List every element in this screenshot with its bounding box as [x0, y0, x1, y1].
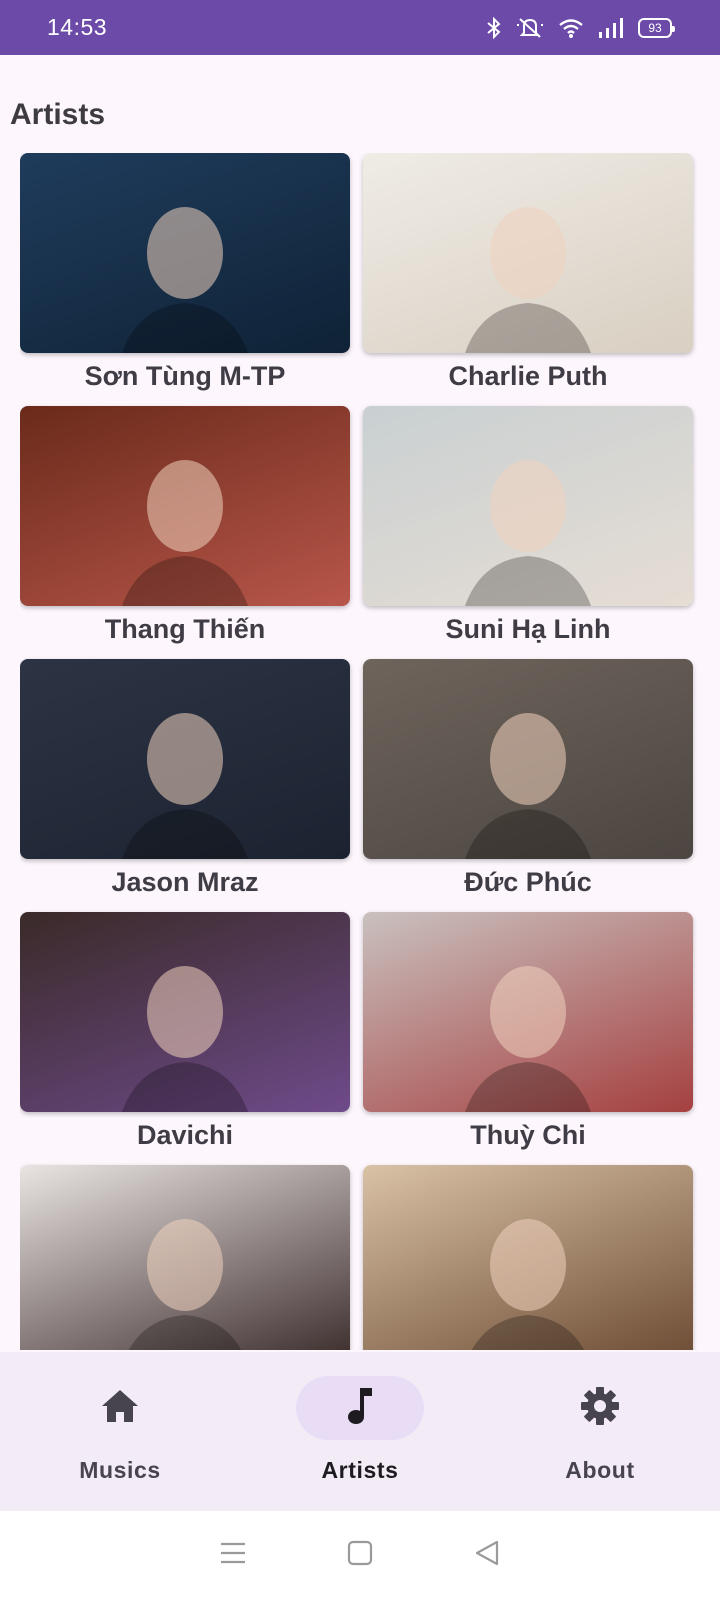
- artist-name: Suni Hạ Linh: [445, 614, 611, 644]
- artist-card[interactable]: Jason Mraz: [20, 659, 350, 901]
- artist-name: Charlie Puth: [448, 361, 608, 391]
- signal-icon: [598, 17, 624, 39]
- portrait-silhouette-icon: [128, 1219, 242, 1350]
- nav-label-about: About: [565, 1457, 635, 1483]
- artist-name: Thuỳ Chi: [470, 1120, 586, 1150]
- bluetooth-icon: [486, 16, 502, 39]
- artist-photo[interactable]: [20, 153, 350, 353]
- battery-icon: 93: [638, 17, 675, 38]
- home-icon: [100, 1388, 140, 1429]
- home-square-icon[interactable]: [346, 1539, 374, 1572]
- portrait-silhouette-icon: [122, 207, 248, 353]
- portrait-silhouette-icon: [465, 460, 591, 606]
- mute-icon: [516, 17, 544, 39]
- artist-photo[interactable]: [20, 406, 350, 606]
- artist-card[interactable]: [20, 1165, 350, 1350]
- music-note-icon: [346, 1386, 374, 1431]
- portrait-silhouette-icon: [122, 713, 248, 859]
- status-bar: 14:53 93: [0, 0, 720, 55]
- portrait-silhouette-icon: [471, 1219, 585, 1350]
- artist-card[interactable]: Đức Phúc: [363, 659, 693, 901]
- back-icon[interactable]: [473, 1539, 501, 1572]
- portrait-silhouette-icon: [465, 713, 591, 859]
- artist-card[interactable]: Thuỳ Chi: [363, 912, 693, 1154]
- status-time: 14:53: [47, 14, 108, 40]
- artist-name: Jason Mraz: [111, 867, 259, 897]
- portrait-silhouette-icon: [465, 207, 591, 353]
- artist-photo[interactable]: [363, 659, 693, 859]
- artist-card[interactable]: Thang Thiến: [20, 406, 350, 648]
- artist-card[interactable]: Charlie Puth: [363, 153, 693, 395]
- artist-name: Thang Thiến: [104, 614, 266, 644]
- artist-card[interactable]: Davichi: [20, 912, 350, 1154]
- nav-item-artists[interactable]: Artists: [260, 1376, 460, 1484]
- artist-card[interactable]: [363, 1165, 693, 1350]
- artist-photo[interactable]: [363, 153, 693, 353]
- nav-item-about[interactable]: About: [500, 1376, 700, 1484]
- artist-photo[interactable]: [20, 1165, 350, 1350]
- artist-card[interactable]: Sơn Tùng M-TP: [20, 153, 350, 395]
- artist-photo[interactable]: [363, 912, 693, 1112]
- portrait-silhouette-icon: [465, 966, 591, 1112]
- status-icons: 93: [486, 16, 675, 39]
- portrait-silhouette-icon: [122, 460, 248, 606]
- portrait-silhouette-icon: [122, 966, 248, 1112]
- artist-name: Davichi: [136, 1120, 234, 1150]
- menu-icon[interactable]: [219, 1541, 247, 1570]
- artist-name: Sơn Tùng M-TP: [84, 361, 286, 391]
- artist-grid[interactable]: Sơn Tùng M-TP Charlie Puth Thang Thiến Suni…: [20, 153, 700, 1350]
- wifi-icon: [558, 17, 584, 39]
- gear-icon: [580, 1386, 620, 1431]
- nav-label-musics: Musics: [79, 1457, 161, 1483]
- artist-card[interactable]: Suni Hạ Linh: [363, 406, 693, 648]
- artist-photo[interactable]: [20, 659, 350, 859]
- active-indicator: [296, 1376, 424, 1440]
- artist-name: Đức Phúc: [464, 867, 592, 897]
- nav-label-artists: Artists: [321, 1457, 399, 1483]
- artist-photo[interactable]: [363, 406, 693, 606]
- page-title: Artists: [10, 98, 106, 131]
- artist-photo[interactable]: [363, 1165, 693, 1350]
- nav-item-musics[interactable]: Musics: [20, 1376, 220, 1484]
- system-navigation-bar: [0, 1511, 720, 1600]
- artist-photo[interactable]: [20, 912, 350, 1112]
- bottom-navigation: Musics Artists About: [0, 1352, 720, 1511]
